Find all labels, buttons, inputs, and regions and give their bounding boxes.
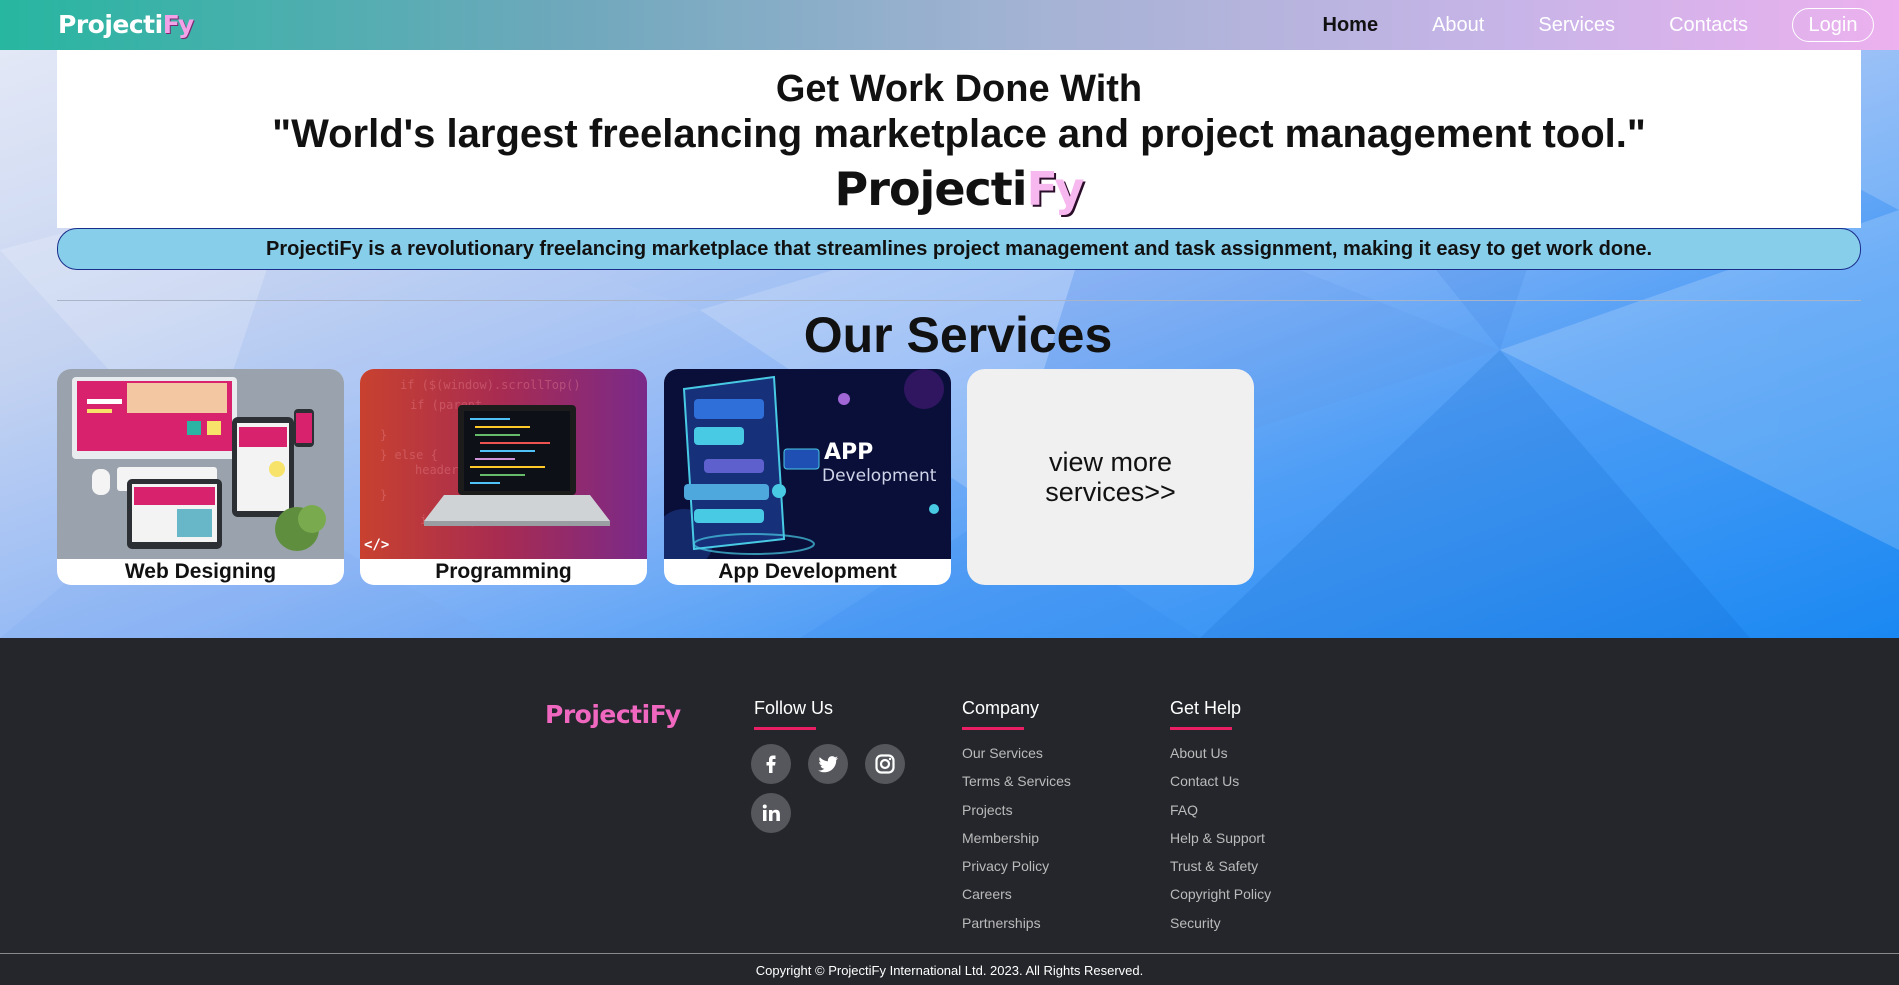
footer-follow-heading: Follow Us: [754, 698, 834, 718]
nav-links: Home About Services Contacts Login: [1323, 0, 1899, 50]
svg-text:header: header: [415, 463, 458, 477]
footer-link-about-us[interactable]: About Us: [1170, 746, 1271, 774]
login-button[interactable]: Login: [1792, 8, 1874, 42]
svg-text:} else {: } else {: [380, 448, 438, 462]
nav-logo[interactable]: ProjectiFy: [58, 10, 194, 39]
service-card-label: App Development: [718, 560, 897, 583]
nav-link-services[interactable]: Services: [1538, 14, 1615, 37]
heading-underline: [754, 727, 816, 730]
services-title: Our Services: [803, 307, 1113, 363]
footer-link-faq[interactable]: FAQ: [1170, 803, 1271, 831]
footer-link-projects[interactable]: Projects: [962, 803, 1071, 831]
web-design-devices-image: [57, 369, 344, 559]
footer-link-membership[interactable]: Membership: [962, 831, 1071, 859]
footer-follow-column: Follow Us: [754, 698, 833, 730]
footer-link-terms[interactable]: Terms & Services: [962, 774, 1071, 802]
footer-help-heading: Get Help: [1170, 698, 1242, 718]
footer-link-contact-us[interactable]: Contact Us: [1170, 774, 1271, 802]
heading-underline: [962, 727, 1024, 730]
service-card-web-designing[interactable]: Web Designing: [57, 369, 344, 585]
footer-help-column: Get Help About Us Contact Us FAQ Help & …: [1170, 698, 1271, 944]
app-development-image: APP Development: [664, 369, 951, 559]
svg-text:}: }: [380, 488, 387, 502]
nav-link-about[interactable]: About: [1432, 14, 1484, 37]
twitter-icon[interactable]: [808, 744, 848, 784]
footer-link-our-services[interactable]: Our Services: [962, 746, 1071, 774]
hero-quote: "World's largest freelancing marketplace…: [272, 112, 1646, 156]
nav-link-home[interactable]: Home: [1323, 14, 1379, 37]
svg-text:if ($(window).scrollTop(): if ($(window).scrollTop(): [400, 378, 581, 392]
heading-underline: [1170, 727, 1232, 730]
footer-link-security[interactable]: Security: [1170, 916, 1271, 944]
svg-text:Development: Development: [822, 466, 937, 486]
divider: [57, 300, 1861, 301]
svg-text:}: }: [380, 428, 387, 442]
footer-company-column: Company Our Services Terms & Services Pr…: [962, 698, 1071, 944]
navbar: ProjectiFy Home About Services Contacts …: [0, 0, 1899, 50]
hero-heading: Get Work Done With: [775, 68, 1143, 110]
copyright-text: Copyright © ProjectiFy International Ltd…: [755, 963, 1144, 978]
footer-logo[interactable]: ProjectiFy: [545, 700, 681, 729]
svg-text:APP: APP: [824, 440, 873, 465]
svg-text:</>: </>: [364, 537, 389, 553]
nav-link-contacts[interactable]: Contacts: [1669, 14, 1748, 37]
hero-panel: Get Work Done With "World's largest free…: [57, 50, 1861, 228]
service-card-programming[interactable]: if ($(window).scrollTop() if (parent } }…: [360, 369, 647, 585]
footer-link-partnerships[interactable]: Partnerships: [962, 916, 1071, 944]
instagram-icon[interactable]: [865, 744, 905, 784]
linkedin-icon[interactable]: [751, 793, 791, 833]
service-card-label: Web Designing: [124, 560, 277, 583]
service-card-label: Programming: [435, 560, 572, 583]
service-card-app-development[interactable]: APP Development App Development: [664, 369, 951, 585]
footer-link-help-support[interactable]: Help & Support: [1170, 831, 1271, 859]
tagline-banner: ProjectiFy is a revolutionary freelancin…: [57, 228, 1861, 270]
footer: ProjectiFy Follow Us Company Our Service…: [0, 638, 1899, 985]
footer-divider: [0, 953, 1899, 954]
view-more-services-card[interactable]: view more services>>: [967, 369, 1254, 585]
footer-link-copyright-policy[interactable]: Copyright Policy: [1170, 887, 1271, 915]
laptop-code-image: if ($(window).scrollTop() if (parent } }…: [360, 369, 647, 559]
hero-brand: ProjectiFy: [834, 162, 1085, 216]
footer-link-careers[interactable]: Careers: [962, 887, 1071, 915]
footer-link-privacy[interactable]: Privacy Policy: [962, 859, 1071, 887]
footer-link-trust-safety[interactable]: Trust & Safety: [1170, 859, 1271, 887]
facebook-icon[interactable]: [751, 744, 791, 784]
footer-company-heading: Company: [962, 698, 1040, 718]
